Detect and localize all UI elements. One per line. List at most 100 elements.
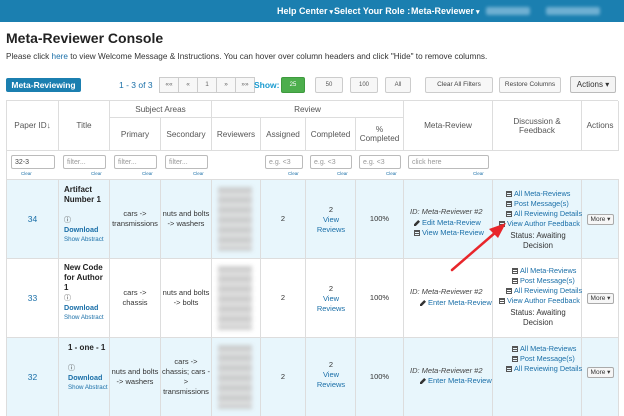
all-meta-reviews-label: All Meta-Reviews [520,344,577,353]
pct-completed-value: 100% [356,180,404,259]
all-meta-reviews-link[interactable]: All Meta-Reviews [512,266,576,275]
col-header-assigned[interactable]: Assigned [261,118,306,151]
all-reviewing-details-link[interactable]: All Reviewing Details [506,286,582,295]
col-header-reviewers[interactable]: Reviewers [212,118,261,151]
role-dropdown[interactable]: Meta-Reviewer ▾ [411,6,480,16]
view-author-feedback-link[interactable]: View Author Feedback [499,219,580,228]
instructions-here-link[interactable]: here [52,52,68,61]
caret-down-icon: ▾ [607,216,611,223]
col-header-meta-review[interactable]: Meta-Review [404,101,493,151]
completed-count: 2 [328,360,334,369]
col-header-pct-completed[interactable]: % Completed [356,118,404,151]
all-reviewing-details-label: All Reviewing Details [514,286,583,295]
all-meta-reviews-link[interactable]: All Meta-Reviews [512,344,576,353]
meta-reviewer-id: ID: Meta-Reviewer #2 [410,207,483,216]
info-icon[interactable]: ⓘ [68,363,75,373]
primary-filter-clear[interactable]: Clear [142,171,153,176]
pagination-controls: «« « 1 » »» [159,77,255,93]
primary-subject-cell: cars -> chassis [110,259,161,338]
meta-review-filter-clear[interactable]: Clear [473,171,484,176]
list-icon [512,268,518,274]
pct-filter-clear[interactable]: Clear [386,171,397,176]
user-email-redacted[interactable] [546,7,600,15]
title-filter-clear[interactable]: Clear [91,171,102,176]
enter-meta-review-link[interactable]: Enter Meta-Review [420,376,492,385]
paper-title: Artifact Number 1 [64,185,101,204]
paper-id-link[interactable]: 33 [7,259,59,338]
view-reviews-link[interactable]: View Reviews [313,370,349,390]
secondary-filter-clear[interactable]: Clear [193,171,204,176]
view-author-feedback-link[interactable]: View Author Feedback [499,296,580,305]
col-header-primary[interactable]: Primary [110,118,161,151]
view-reviews-link[interactable]: View Reviews [313,215,349,235]
meta-review-filter-input[interactable]: click here [408,155,489,169]
primary-filter-input[interactable]: filter... [114,155,157,169]
download-link[interactable]: Download [64,225,98,234]
title-filter-input[interactable]: filter... [63,155,106,169]
paper-id-link[interactable]: 34 [7,180,59,259]
assigned-filter-clear[interactable]: Clear [288,171,299,176]
post-messages-link[interactable]: Post Message(s) [512,354,575,363]
first-page-button[interactable]: «« [159,77,179,93]
show-abstract-link[interactable]: Show Abstract [64,236,104,243]
reviewers-redacted [218,345,252,409]
page-size-50-button[interactable]: 50 [315,77,343,93]
all-reviewing-details-link[interactable]: All Reviewing Details [506,209,582,218]
secondary-subject-cell: nuts and bolts -> washers [161,180,212,259]
all-meta-reviews-link[interactable]: All Meta-Reviews [506,189,570,198]
prev-page-button[interactable]: « [178,77,198,93]
view-reviews-link[interactable]: View Reviews [313,294,349,314]
show-abstract-link[interactable]: Show Abstract [68,384,108,391]
page-size-100-button[interactable]: 100 [350,77,378,93]
paper-id-link[interactable]: 32 [7,338,59,416]
meta-reviewer-id: ID: Meta-Reviewer #2 [410,287,483,296]
enter-meta-review-label: Enter Meta-Review [428,298,492,307]
clear-all-filters-button[interactable]: Clear All Filters [425,77,493,93]
select-role-label: Select Your Role : [334,6,411,16]
col-header-actions[interactable]: Actions [582,101,619,151]
page-1-button[interactable]: 1 [197,77,217,93]
top-nav-bar: Help Center ▾ Select Your Role : Meta-Rev… [0,0,624,22]
actions-dropdown-button[interactable]: Actions ▾ [570,76,616,93]
col-header-paper-id[interactable]: Paper ID ↓ [7,101,59,151]
view-meta-review-link[interactable]: View Meta-Review [414,228,484,237]
assigned-count: 2 [261,259,306,338]
page-size-25-button[interactable]: 25 [281,77,305,93]
secondary-filter-input[interactable]: filter... [165,155,208,169]
post-messages-link[interactable]: Post Message(s) [512,276,575,285]
last-page-button[interactable]: »» [235,77,255,93]
show-abstract-link[interactable]: Show Abstract [64,314,104,321]
actions-label: Actions [576,80,603,89]
info-icon[interactable]: ⓘ [64,293,71,303]
download-link[interactable]: Download [64,303,98,312]
download-link[interactable]: Download [68,373,102,382]
paper-id-filter-clear[interactable]: Clear [21,171,32,176]
col-header-completed[interactable]: Completed [306,118,356,151]
more-dropdown-button[interactable]: More ▾ [587,214,614,225]
user-name-redacted[interactable] [486,7,530,15]
enter-meta-review-link[interactable]: Enter Meta-Review [420,298,492,307]
col-header-title[interactable]: Title [59,101,110,151]
secondary-subject-cell: cars -> chassis; cars -> transmissions [161,338,212,416]
col-header-discussion-feedback[interactable]: Discussion & Feedback [493,101,582,151]
more-dropdown-button[interactable]: More ▾ [587,367,614,378]
completed-filter-input[interactable]: e.g. <3 [310,155,352,169]
paper-id-filter-input[interactable]: 32-3 [11,155,55,169]
more-dropdown-button[interactable]: More ▾ [587,293,614,304]
completed-filter-clear[interactable]: Clear [337,171,348,176]
help-center-menu[interactable]: Help Center ▾ [277,6,333,16]
pct-completed-value: 100% [356,338,404,416]
all-reviewing-details-link[interactable]: All Reviewing Details [506,364,582,373]
next-page-button[interactable]: » [216,77,236,93]
post-messages-link[interactable]: Post Message(s) [506,199,569,208]
assigned-filter-input[interactable]: e.g. <3 [265,155,303,169]
view-author-feedback-label: View Author Feedback [507,219,580,228]
edit-meta-review-link[interactable]: Edit Meta-Review [414,218,481,227]
meta-reviewing-tab[interactable]: Meta-Reviewing [6,78,81,92]
status-text: Status: Awaiting Decision [510,231,566,250]
pct-filter-input[interactable]: e.g. <3 [359,155,401,169]
page-size-all-button[interactable]: All [385,77,411,93]
col-header-secondary[interactable]: Secondary [161,118,212,151]
restore-columns-button[interactable]: Restore Columns [499,77,561,93]
info-icon[interactable]: ⓘ [64,215,71,225]
